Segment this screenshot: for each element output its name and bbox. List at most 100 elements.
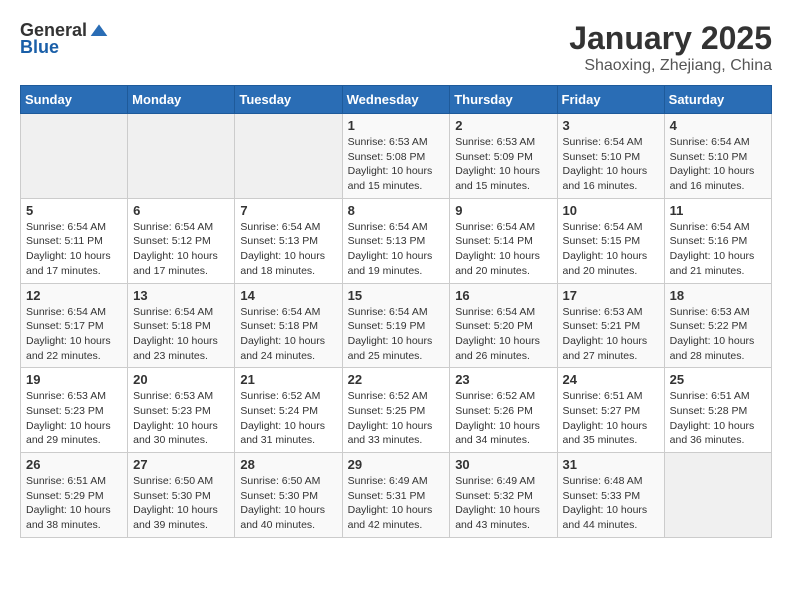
day-number: 12 [26,288,122,303]
day-info: Sunrise: 6:50 AM Sunset: 5:30 PM Dayligh… [133,474,229,533]
weekday-header-friday: Friday [557,86,664,114]
calendar-cell: 23Sunrise: 6:52 AM Sunset: 5:26 PM Dayli… [450,368,557,453]
day-info: Sunrise: 6:54 AM Sunset: 5:11 PM Dayligh… [26,220,122,279]
logo-icon [89,21,109,41]
calendar-cell: 12Sunrise: 6:54 AM Sunset: 5:17 PM Dayli… [21,283,128,368]
calendar-cell: 16 Sunrise: 6:54 AM Sunset: 5:20 PM Dayli… [450,283,557,368]
day-number: 18 [670,288,766,303]
calendar-cell: 24 Sunrise: 6:51 AM Sunset: 5:27 PM Dayli… [557,368,664,453]
day-info: Sunrise: 6:49 AM Sunset: 5:32 PM Dayligh… [455,474,551,533]
day-number: 16 [455,288,551,303]
calendar-cell: 11 Sunrise: 6:54 AM Sunset: 5:16 PM Dayli… [664,198,771,283]
day-number: 20 [133,372,229,387]
day-number: 22 [348,372,445,387]
day-number: 14 [240,288,336,303]
day-info: Sunrise: 6:54 AM Sunset: 5:12 PM Dayligh… [133,220,229,279]
calendar-cell: 13 Sunrise: 6:54 AM Sunset: 5:18 PM Dayli… [128,283,235,368]
weekday-header-row: SundayMondayTuesdayWednesdayThursdayFrid… [21,86,772,114]
day-info: Sunrise: 6:54 AM Sunset: 5:13 PM Dayligh… [240,220,336,279]
day-info: Sunrise: 6:53 AM Sunset: 5:09 PM Dayligh… [455,135,551,194]
calendar-cell: 28Sunrise: 6:50 AM Sunset: 5:30 PM Dayli… [235,453,342,538]
calendar-week-5: 26Sunrise: 6:51 AM Sunset: 5:29 PM Dayli… [21,453,772,538]
calendar-cell: 29 Sunrise: 6:49 AM Sunset: 5:31 PM Dayli… [342,453,450,538]
day-info: Sunrise: 6:54 AM Sunset: 5:15 PM Dayligh… [563,220,659,279]
day-info: Sunrise: 6:54 AM Sunset: 5:20 PM Dayligh… [455,305,551,364]
day-info: Sunrise: 6:53 AM Sunset: 5:23 PM Dayligh… [133,389,229,448]
calendar-cell: 25 Sunrise: 6:51 AM Sunset: 5:28 PM Dayli… [664,368,771,453]
calendar-table: SundayMondayTuesdayWednesdayThursdayFrid… [20,85,772,538]
calendar-cell: 7 Sunrise: 6:54 AM Sunset: 5:13 PM Daylig… [235,198,342,283]
calendar-cell: 17 Sunrise: 6:53 AM Sunset: 5:21 PM Dayli… [557,283,664,368]
calendar-cell [235,114,342,199]
day-number: 29 [348,457,445,472]
calendar-week-2: 5Sunrise: 6:54 AM Sunset: 5:11 PM Daylig… [21,198,772,283]
calendar-cell: 5Sunrise: 6:54 AM Sunset: 5:11 PM Daylig… [21,198,128,283]
calendar-cell: 3 Sunrise: 6:54 AM Sunset: 5:10 PM Daylig… [557,114,664,199]
day-info: Sunrise: 6:54 AM Sunset: 5:14 PM Dayligh… [455,220,551,279]
day-info: Sunrise: 6:51 AM Sunset: 5:28 PM Dayligh… [670,389,766,448]
day-number: 17 [563,288,659,303]
day-number: 28 [240,457,336,472]
day-info: Sunrise: 6:52 AM Sunset: 5:24 PM Dayligh… [240,389,336,448]
calendar-cell: 8Sunrise: 6:54 AM Sunset: 5:13 PM Daylig… [342,198,450,283]
day-number: 13 [133,288,229,303]
day-number: 7 [240,203,336,218]
logo: General Blue [20,20,109,58]
day-number: 19 [26,372,122,387]
calendar-cell: 1Sunrise: 6:53 AM Sunset: 5:08 PM Daylig… [342,114,450,199]
calendar-cell: 22 Sunrise: 6:52 AM Sunset: 5:25 PM Dayli… [342,368,450,453]
day-info: Sunrise: 6:51 AM Sunset: 5:29 PM Dayligh… [26,474,122,533]
logo-blue: Blue [20,37,59,58]
page-header: General Blue January 2025 Shaoxing, Zhej… [20,20,772,75]
weekday-header-sunday: Sunday [21,86,128,114]
day-info: Sunrise: 6:54 AM Sunset: 5:10 PM Dayligh… [670,135,766,194]
day-info: Sunrise: 6:54 AM Sunset: 5:16 PM Dayligh… [670,220,766,279]
calendar-cell: 10 Sunrise: 6:54 AM Sunset: 5:15 PM Dayli… [557,198,664,283]
day-info: Sunrise: 6:53 AM Sunset: 5:21 PM Dayligh… [563,305,659,364]
day-number: 10 [563,203,659,218]
calendar-cell: 14Sunrise: 6:54 AM Sunset: 5:18 PM Dayli… [235,283,342,368]
calendar-week-3: 12Sunrise: 6:54 AM Sunset: 5:17 PM Dayli… [21,283,772,368]
calendar-cell [21,114,128,199]
day-info: Sunrise: 6:51 AM Sunset: 5:27 PM Dayligh… [563,389,659,448]
day-info: Sunrise: 6:52 AM Sunset: 5:26 PM Dayligh… [455,389,551,448]
calendar-cell [664,453,771,538]
day-number: 1 [348,118,445,133]
weekday-header-saturday: Saturday [664,86,771,114]
calendar-cell: 6Sunrise: 6:54 AM Sunset: 5:12 PM Daylig… [128,198,235,283]
calendar-cell: 15Sunrise: 6:54 AM Sunset: 5:19 PM Dayli… [342,283,450,368]
location-subtitle: Shaoxing, Zhejiang, China [569,57,772,75]
day-info: Sunrise: 6:53 AM Sunset: 5:23 PM Dayligh… [26,389,122,448]
calendar-cell: 21 Sunrise: 6:52 AM Sunset: 5:24 PM Dayli… [235,368,342,453]
day-number: 25 [670,372,766,387]
calendar-cell: 19 Sunrise: 6:53 AM Sunset: 5:23 PM Dayli… [21,368,128,453]
month-title: January 2025 [569,20,772,57]
calendar-cell: 27 Sunrise: 6:50 AM Sunset: 5:30 PM Dayli… [128,453,235,538]
day-number: 30 [455,457,551,472]
day-info: Sunrise: 6:54 AM Sunset: 5:10 PM Dayligh… [563,135,659,194]
day-number: 27 [133,457,229,472]
day-info: Sunrise: 6:54 AM Sunset: 5:13 PM Dayligh… [348,220,445,279]
weekday-header-monday: Monday [128,86,235,114]
day-number: 11 [670,203,766,218]
day-info: Sunrise: 6:49 AM Sunset: 5:31 PM Dayligh… [348,474,445,533]
day-number: 15 [348,288,445,303]
day-info: Sunrise: 6:53 AM Sunset: 5:22 PM Dayligh… [670,305,766,364]
day-number: 3 [563,118,659,133]
calendar-cell: 30 Sunrise: 6:49 AM Sunset: 5:32 PM Dayli… [450,453,557,538]
calendar-cell: 4 Sunrise: 6:54 AM Sunset: 5:10 PM Daylig… [664,114,771,199]
weekday-header-tuesday: Tuesday [235,86,342,114]
calendar-cell: 20 Sunrise: 6:53 AM Sunset: 5:23 PM Dayli… [128,368,235,453]
calendar-cell: 31Sunrise: 6:48 AM Sunset: 5:33 PM Dayli… [557,453,664,538]
calendar-week-1: 1Sunrise: 6:53 AM Sunset: 5:08 PM Daylig… [21,114,772,199]
title-section: January 2025 Shaoxing, Zhejiang, China [569,20,772,75]
calendar-week-4: 19 Sunrise: 6:53 AM Sunset: 5:23 PM Dayli… [21,368,772,453]
weekday-header-wednesday: Wednesday [342,86,450,114]
calendar-cell: 18 Sunrise: 6:53 AM Sunset: 5:22 PM Dayli… [664,283,771,368]
day-number: 4 [670,118,766,133]
day-info: Sunrise: 6:52 AM Sunset: 5:25 PM Dayligh… [348,389,445,448]
day-info: Sunrise: 6:54 AM Sunset: 5:18 PM Dayligh… [133,305,229,364]
day-number: 21 [240,372,336,387]
day-number: 24 [563,372,659,387]
calendar-cell: 26Sunrise: 6:51 AM Sunset: 5:29 PM Dayli… [21,453,128,538]
